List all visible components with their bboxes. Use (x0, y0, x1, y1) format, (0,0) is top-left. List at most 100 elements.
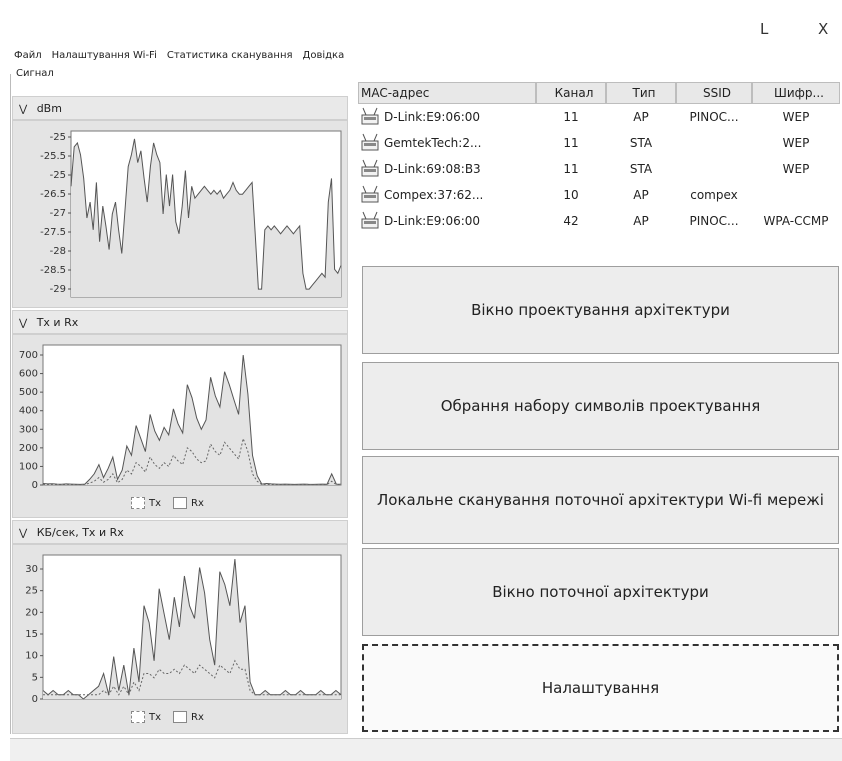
column-header-type[interactable]: Тип (606, 82, 676, 104)
txrx-tick-label: 0 (32, 480, 38, 491)
dbm-chart-panel: -25 -25.5 -25 -26.5 -27 -27.5 -28 -28.5 -29 (12, 120, 348, 308)
txrx-chart: 700 600 500 400 300 200 100 0 (19, 344, 342, 491)
channel-cell: 42 (563, 214, 579, 228)
symbol-set-button[interactable]: Обрання набору символів проектування (362, 362, 839, 450)
current-architecture-button[interactable]: Вікно поточної архітектури (362, 548, 839, 636)
mac-cell: Compex:37:62... (358, 185, 536, 205)
type-cell: STA (629, 136, 653, 150)
rx-legend-swatch (173, 711, 188, 723)
txrx-tick-label: 400 (19, 406, 38, 417)
txrx-tick-label: 600 (19, 369, 38, 380)
tx-legend-label: Tx (149, 711, 162, 723)
device-icon (361, 107, 379, 125)
device-icon (361, 185, 379, 203)
dbm-tick-label: -25 (50, 170, 66, 181)
mac-address: D-Link:69:08:B3 (384, 162, 481, 176)
menu-wifi-settings[interactable]: Налаштування Wi-Fi (52, 50, 157, 64)
section-title-kbps: КБ/сек, Tx и Rx (36, 526, 124, 539)
rx-legend-label: Rx (191, 711, 204, 723)
device-icon (361, 211, 379, 229)
encryption-cell: WEP (782, 136, 810, 150)
dbm-tick-label: -29 (50, 284, 66, 295)
dbm-tick-label: -25.5 (40, 151, 66, 162)
dbm-tick-label: -27.5 (40, 227, 66, 238)
collapse-chevron-icon: ⋁ (19, 104, 28, 115)
kbps-legend: Tx Rx (131, 711, 204, 723)
local-scan-button[interactable]: Локальне сканування поточної архітектури… (362, 456, 839, 544)
mac-cell: GemtekTech:2... (358, 133, 536, 153)
txrx-tick-label: 300 (19, 424, 38, 435)
column-header-ssid[interactable]: SSID (676, 82, 752, 104)
column-header-channel[interactable]: Канал (536, 82, 606, 104)
rx-legend-label: Rx (191, 497, 204, 509)
device-icon (361, 133, 379, 151)
mac-cell: D-Link:69:08:B3 (358, 159, 536, 179)
mac-address: Compex:37:62... (384, 188, 484, 202)
mac-cell: D-Link:E9:06:00 (358, 107, 536, 127)
settings-button[interactable]: Налаштування (362, 644, 839, 732)
table-row[interactable]: D-Link:69:08:B3 11 STA WEP (358, 156, 840, 182)
tx-legend-swatch (131, 497, 145, 509)
channel-cell: 10 (563, 188, 579, 202)
menu-scan-statistics[interactable]: Статистика сканування (167, 50, 293, 64)
ssid-cell: PINOC... (689, 110, 739, 124)
mac-address: GemtekTech:2... (384, 136, 482, 150)
kbps-chart-panel: 30 25 20 15 10 5 0 Tx Rx (12, 544, 348, 734)
type-cell: STA (629, 162, 653, 176)
kbps-tick-label: 10 (25, 651, 38, 662)
minimize-button[interactable]: L (760, 20, 768, 38)
section-header-txrx[interactable]: ⋁ Tx и Rx (12, 310, 348, 334)
mac-cell: D-Link:E9:06:00 (358, 211, 536, 231)
section-title-txrx: Tx и Rx (36, 316, 79, 329)
close-button[interactable]: X (818, 20, 828, 38)
menu-file[interactable]: Файл (14, 50, 42, 64)
txrx-legend: Tx Rx (131, 497, 204, 509)
section-header-dbm[interactable]: ⋁ dBm (12, 96, 348, 120)
txrx-tick-label: 100 (19, 461, 38, 472)
status-bar (10, 738, 842, 761)
dbm-tick-label: -26.5 (40, 189, 66, 200)
collapse-chevron-icon: ⋁ (19, 318, 28, 329)
architecture-design-button[interactable]: Вікно проектування архітектури (362, 266, 839, 354)
section-title-dbm: dBm (36, 102, 62, 115)
txrx-tick-label: 700 (19, 350, 38, 361)
signal-group-title: Сигнал (14, 68, 56, 79)
type-cell: AP (633, 188, 649, 202)
table-row[interactable]: D-Link:E9:06:00 11 AP PINOC... WEP (358, 104, 840, 130)
channel-cell: 11 (563, 110, 579, 124)
menu-help[interactable]: Довідка (303, 50, 345, 64)
network-table: MAC-адрес Канал Тип SSID Шифр... D-Link:… (358, 82, 840, 258)
kbps-tick-label: 30 (25, 564, 38, 575)
mac-address: D-Link:E9:06:00 (384, 214, 481, 228)
dbm-chart: -25 -25.5 -25 -26.5 -27 -27.5 -28 -28.5 -29 (40, 130, 342, 298)
dbm-tick-label: -28.5 (40, 265, 66, 276)
dbm-tick-label: -27 (50, 208, 66, 219)
table-row[interactable]: D-Link:E9:06:00 42 AP PINOC... WPA-CCMP (358, 208, 840, 234)
table-header: MAC-адрес Канал Тип SSID Шифр... (358, 82, 840, 104)
column-header-encryption[interactable]: Шифр... (752, 82, 840, 104)
dbm-tick-label: -25 (50, 132, 66, 143)
collapse-chevron-icon: ⋁ (19, 528, 28, 539)
mac-address: D-Link:E9:06:00 (384, 110, 481, 124)
type-cell: AP (633, 110, 649, 124)
menu-bar: Файл Налаштування Wi-Fi Статистика скану… (14, 50, 344, 64)
channel-cell: 11 (563, 162, 579, 176)
encryption-cell: WEP (782, 110, 810, 124)
encryption-cell: WEP (782, 162, 810, 176)
ssid-cell: PINOC... (689, 214, 739, 228)
encryption-cell: WPA-CCMP (763, 214, 829, 228)
kbps-tick-label: 0 (32, 694, 38, 705)
txrx-chart-panel: 700 600 500 400 300 200 100 0 Tx Rx (12, 334, 348, 518)
type-cell: AP (633, 214, 649, 228)
section-header-kbps[interactable]: ⋁ КБ/сек, Tx и Rx (12, 520, 348, 544)
table-row[interactable]: Compex:37:62... 10 AP compex (358, 182, 840, 208)
tx-legend-label: Tx (149, 497, 162, 509)
kbps-tick-label: 20 (25, 607, 38, 618)
channel-cell: 11 (563, 136, 579, 150)
kbps-tick-label: 5 (32, 672, 38, 683)
table-row[interactable]: GemtekTech:2... 11 STA WEP (358, 130, 840, 156)
dbm-tick-label: -28 (50, 246, 66, 257)
tx-legend-swatch (131, 711, 145, 723)
device-icon (361, 159, 379, 177)
column-header-mac[interactable]: MAC-адрес (358, 82, 536, 104)
